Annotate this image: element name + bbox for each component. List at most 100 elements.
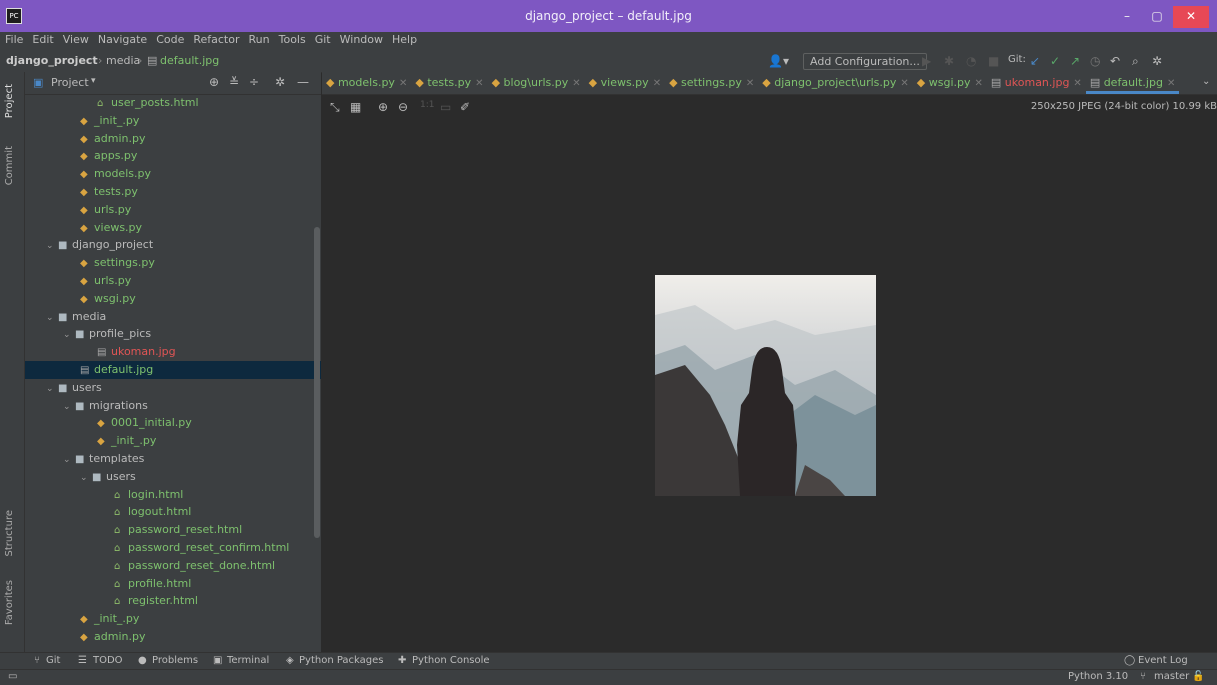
tree-item[interactable]: ▤ ukoman.jpg [25, 343, 321, 361]
coverage-icon[interactable]: ◔ [966, 54, 976, 68]
fit-zoom-icon[interactable]: ⤡ [330, 100, 340, 115]
expand-chevron-icon[interactable]: ⌄ [46, 380, 58, 398]
color-picker-icon[interactable]: ✐ [460, 100, 470, 114]
tree-item[interactable]: ⌂ user_posts.html [25, 94, 321, 112]
menu-edit[interactable]: Edit [27, 32, 57, 46]
tree-item[interactable]: ◆ apps.py [25, 147, 321, 165]
stop-icon[interactable]: ■ [988, 54, 999, 68]
menu-tools[interactable]: Tools [274, 32, 310, 46]
run-icon[interactable]: ▶ [922, 54, 931, 68]
add-configuration-button[interactable]: Add Configuration... [803, 53, 927, 70]
tree-item[interactable]: ⌂ login.html [25, 486, 321, 504]
git-branch-status[interactable]: master [1154, 671, 1189, 682]
menu-help[interactable]: Help [387, 32, 421, 46]
menu-run[interactable]: Run [244, 32, 274, 46]
todo-tool-button[interactable]: TODO [93, 655, 123, 666]
tree-item[interactable]: ⌄ ■ migrations [25, 397, 321, 415]
breadcrumb-file[interactable]: default.jpg [160, 54, 219, 67]
tree-item[interactable]: ⌂ profile.html [25, 575, 321, 593]
editor-tab[interactable]: ▤ ukoman.jpg ✕ [987, 72, 1086, 94]
expand-all-icon[interactable]: ≚ [229, 75, 239, 89]
expand-chevron-icon[interactable]: ⌄ [63, 451, 75, 469]
locate-file-icon[interactable]: ⊕ [209, 75, 219, 89]
problems-tool-button[interactable]: Problems [152, 655, 198, 666]
close-tab-icon[interactable]: ✕ [572, 78, 580, 89]
menu-refactor[interactable]: Refactor [188, 32, 243, 46]
editor-tab[interactable]: ◆ models.py ✕ [322, 72, 411, 94]
tree-item[interactable]: ⌄ ■ templates [25, 450, 321, 468]
zoom-out-icon[interactable]: ⊖ [398, 100, 408, 114]
expand-chevron-icon[interactable]: ⌄ [80, 469, 92, 487]
structure-tool-tab[interactable]: Structure [4, 510, 15, 557]
tree-item[interactable]: ◆ _init_.py [25, 112, 321, 130]
project-tree-scrollbar[interactable] [314, 227, 320, 538]
project-view-selector[interactable]: Project [51, 76, 89, 89]
actual-size-icon[interactable]: 1:1 [420, 100, 434, 110]
tree-item[interactable]: ⌂ password_reset.html [25, 521, 321, 539]
tree-item[interactable]: ◆ settings.py [25, 254, 321, 272]
python-packages-tool-button[interactable]: Python Packages [299, 655, 384, 666]
menu-code[interactable]: Code [151, 32, 188, 46]
user-account-icon[interactable]: 👤▾ [768, 54, 789, 68]
commit-tool-tab[interactable]: Commit [4, 146, 15, 185]
close-tab-icon[interactable]: ✕ [1073, 78, 1081, 89]
close-tab-icon[interactable]: ✕ [399, 78, 407, 89]
lock-icon[interactable]: 🔓 [1192, 671, 1204, 682]
tree-item[interactable]: ⌂ password_reset_confirm.html [25, 539, 321, 557]
event-log-button[interactable]: Event Log [1138, 655, 1188, 666]
close-tab-icon[interactable]: ✕ [746, 78, 754, 89]
fit-window-icon[interactable]: ▭ [440, 100, 451, 114]
tree-item[interactable]: ◆ wsgi.py [25, 290, 321, 308]
tree-item[interactable]: ◆ _init_.py [25, 610, 321, 628]
toggle-tool-windows-icon[interactable]: ▭ [8, 671, 17, 682]
tree-item[interactable]: ◆ _init_.py [25, 432, 321, 450]
close-tab-icon[interactable]: ✕ [1167, 78, 1175, 89]
editor-tab[interactable]: ◆ django_project\urls.py ✕ [758, 72, 912, 94]
grid-icon[interactable]: ▦ [350, 100, 361, 114]
minimize-button[interactable]: – [1113, 6, 1141, 28]
tree-item[interactable]: ◆ models.py [25, 165, 321, 183]
panel-settings-icon[interactable]: ✲ [275, 75, 285, 89]
tree-item[interactable]: ◆ admin.py [25, 628, 321, 646]
tree-item[interactable]: ◆ views.py [25, 219, 321, 237]
menu-navigate[interactable]: Navigate [93, 32, 151, 46]
collapse-all-icon[interactable]: ÷ [249, 75, 259, 89]
close-tab-icon[interactable]: ✕ [900, 78, 908, 89]
close-tab-icon[interactable]: ✕ [475, 78, 483, 89]
breadcrumb-folder[interactable]: media [106, 54, 140, 67]
tree-item[interactable]: ⌄ ■ media [25, 308, 321, 326]
tree-item[interactable]: ▤ default.jpg [25, 361, 321, 379]
settings-gear-icon[interactable]: ✲ [1152, 54, 1162, 68]
zoom-in-icon[interactable]: ⊕ [378, 100, 388, 114]
editor-tab[interactable]: ◆ wsgi.py ✕ [913, 72, 987, 94]
git-tool-button[interactable]: Git [46, 655, 60, 666]
tree-item[interactable]: ⌄ ■ django_project [25, 236, 321, 254]
tree-item[interactable]: ⌄ ■ profile_pics [25, 325, 321, 343]
rollback-icon[interactable]: ↶ [1110, 54, 1120, 68]
menu-file[interactable]: File [0, 32, 27, 46]
chevron-down-icon[interactable]: ▾ [91, 76, 96, 86]
expand-chevron-icon[interactable]: ⌄ [63, 398, 75, 416]
git-push-icon[interactable]: ↗ [1070, 54, 1080, 68]
python-console-tool-button[interactable]: Python Console [412, 655, 490, 666]
tree-item[interactable]: ⌄ ■ users [25, 468, 321, 486]
editor-tab[interactable]: ▤ default.jpg ✕ [1085, 72, 1180, 94]
tree-item[interactable]: ◆ urls.py [25, 272, 321, 290]
tree-item[interactable]: ◆ admin.py [25, 130, 321, 148]
menu-window[interactable]: Window [335, 32, 387, 46]
maximize-button[interactable]: ▢ [1143, 6, 1171, 28]
editor-tab[interactable]: ◆ blog\urls.py ✕ [488, 72, 585, 94]
tree-item[interactable]: ⌄ ■ users [25, 379, 321, 397]
close-tab-icon[interactable]: ✕ [653, 78, 661, 89]
project-tool-tab[interactable]: Project [4, 84, 15, 118]
menu-view[interactable]: View [58, 32, 93, 46]
favorites-tool-tab[interactable]: Favorites [4, 580, 15, 625]
expand-chevron-icon[interactable]: ⌄ [63, 326, 75, 344]
editor-tab[interactable]: ◆ tests.py ✕ [411, 72, 487, 94]
tree-item[interactable]: ◆ tests.py [25, 183, 321, 201]
search-icon[interactable]: ⌕ [1132, 54, 1139, 69]
close-button[interactable]: ✕ [1173, 6, 1209, 28]
git-commit-icon[interactable]: ✓ [1050, 54, 1060, 68]
expand-chevron-icon[interactable]: ⌄ [46, 237, 58, 255]
expand-chevron-icon[interactable]: ⌄ [46, 309, 58, 327]
